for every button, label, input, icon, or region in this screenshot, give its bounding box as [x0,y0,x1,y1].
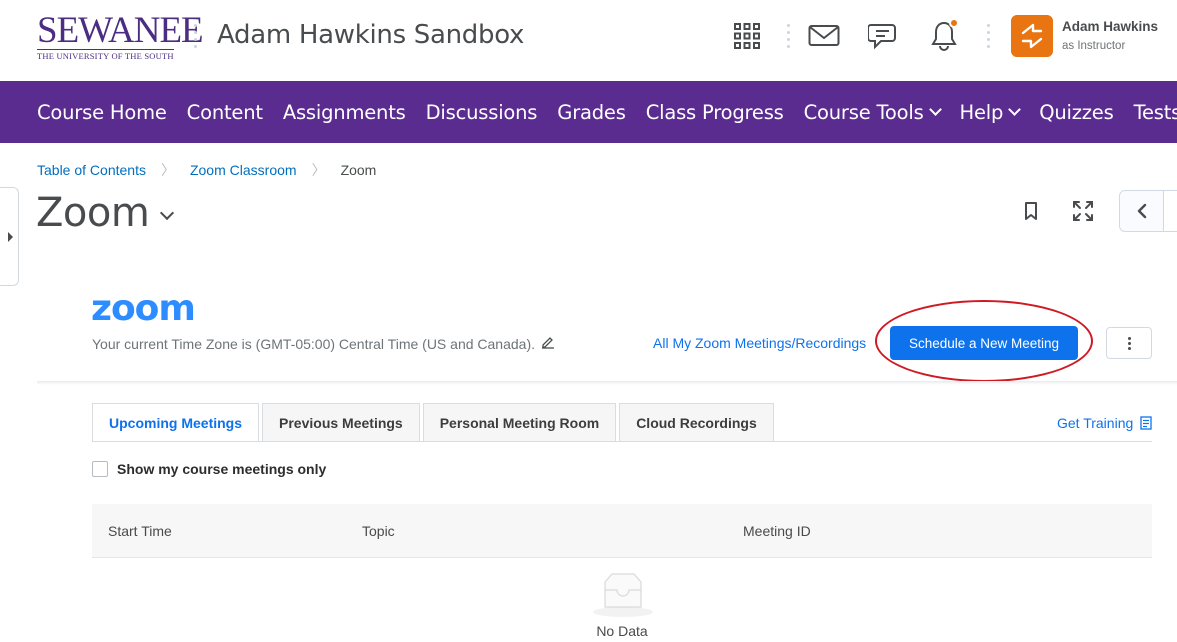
meetings-table-header: Start Time Topic Meeting ID [92,504,1152,558]
chevron-down-icon [1008,103,1022,116]
tabs-underline [92,441,1152,442]
nav-item-label: Quizzes [1039,100,1114,124]
nav-item-grades[interactable]: Grades [547,101,635,124]
top-header: SEWANEE THE UNIVERSITY OF THE SOUTH Adam… [0,0,1177,81]
previous-topic-button[interactable] [1119,190,1165,232]
breadcrumb: Table of Contents 〉 Zoom Classroom 〉 Zoo… [37,160,376,180]
nav-item-label: Grades [557,100,626,124]
nav-item-discussions[interactable]: Discussions [416,101,548,124]
column-header-topic[interactable]: Topic [362,523,395,539]
more-options-button[interactable] [1106,327,1152,359]
section-divider [37,381,1177,385]
mail-icon[interactable] [806,18,842,54]
nav-item-content[interactable]: Content [177,101,273,124]
bookmark-icon[interactable] [1018,198,1044,224]
tab-previous-meetings[interactable]: Previous Meetings [262,403,420,442]
bell-icon[interactable] [926,18,962,54]
nav-item-class-progress[interactable]: Class Progress [636,101,794,124]
timezone-text: Your current Time Zone is (GMT-05:00) Ce… [92,335,555,352]
timezone-label: Your current Time Zone is (GMT-05:00) Ce… [92,335,535,352]
user-name[interactable]: Adam Hawkins [1062,19,1158,34]
nav-item-help[interactable]: Help [950,101,1030,124]
next-topic-button[interactable] [1163,190,1177,232]
meeting-tabs: Upcoming Meetings Previous Meetings Person… [92,403,777,442]
zoom-logo: zoom [91,288,196,329]
chevron-left-icon [1137,203,1147,219]
chevron-down-icon [928,103,942,116]
page-title: Zoom [36,190,150,236]
breadcrumb-separator: 〉 [160,162,175,178]
empty-inbox-icon [588,572,658,623]
edit-timezone-icon[interactable] [541,335,555,352]
tab-upcoming-meetings[interactable]: Upcoming Meetings [92,403,260,442]
breadcrumb-separator: 〉 [311,162,326,178]
grid-icon[interactable] [729,18,765,54]
column-header-meeting-id[interactable]: Meeting ID [743,523,811,539]
divider-dots [194,24,198,52]
course-title[interactable]: Adam Hawkins Sandbox [217,20,524,50]
document-icon [1140,415,1152,430]
sewanee-logo[interactable]: SEWANEE THE UNIVERSITY OF THE SOUTH [37,10,204,61]
tab-personal-meeting-room[interactable]: Personal Meeting Room [422,403,617,442]
nav-item-label: Class Progress [645,100,784,124]
nav-item-label: Discussions [425,100,538,124]
breadcrumb-link-zoom-classroom[interactable]: Zoom Classroom [190,162,297,178]
nav-item-label: Tests [1133,100,1177,124]
nav-item-course-home[interactable]: Course Home [27,101,177,124]
all-meetings-link[interactable]: All My Zoom Meetings/Recordings [653,335,866,351]
nav-item-label: Help [959,100,1004,124]
nav-item-label: Course Tools [803,100,924,124]
fullscreen-icon[interactable] [1070,198,1096,224]
logo-wordmark: SEWANEE [37,10,204,51]
chat-icon[interactable] [866,18,902,54]
divider-dots [987,24,991,52]
course-navbar: Course Home Content Assignments Discussions… [0,81,1177,143]
breadcrumb-current: Zoom [340,162,377,178]
user-role: as Instructor [1062,40,1126,52]
title-chevron-down-icon[interactable] [159,205,175,221]
nav-item-quizzes[interactable]: Quizzes [1029,101,1123,124]
role-switch-icon [1021,23,1043,49]
nav-item-assignments[interactable]: Assignments [273,101,416,124]
tab-cloud-recordings[interactable]: Cloud Recordings [619,403,774,442]
column-header-start-time[interactable]: Start Time [108,523,172,539]
breadcrumb-link-table-of-contents[interactable]: Table of Contents [37,162,146,178]
nav-item-tests[interactable]: Tests [1124,101,1177,124]
divider-dots [787,24,791,52]
course-meetings-checkbox[interactable] [92,461,108,477]
get-training-link[interactable]: Get Training [1057,415,1153,431]
nav-item-label: Course Home [37,100,167,124]
avatar[interactable] [1011,15,1053,57]
empty-state-text: No Data [596,623,648,639]
nav-item-label: Assignments [282,100,406,124]
highlight-annotation [875,300,1093,382]
notification-dot [949,18,959,28]
logo-subtitle: THE UNIVERSITY OF THE SOUTH [37,49,174,61]
nav-item-course-tools[interactable]: Course Tools [794,101,950,124]
nav-item-label: Content [186,100,263,124]
course-meetings-filter[interactable]: Show my course meetings only [92,461,326,477]
side-panel-toggle[interactable] [0,187,19,286]
checkbox-label[interactable]: Show my course meetings only [117,461,326,477]
get-training-label[interactable]: Get Training [1057,415,1133,431]
